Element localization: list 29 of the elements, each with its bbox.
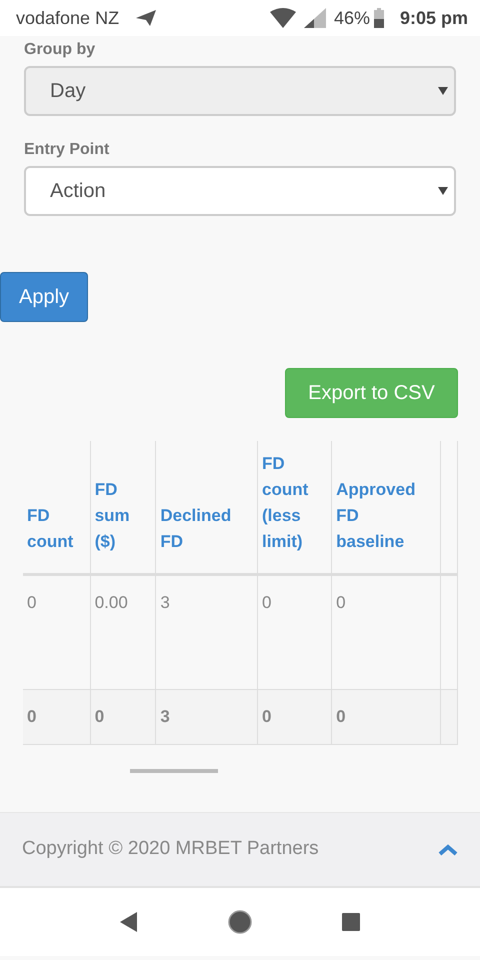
caret-icon: [438, 187, 448, 195]
total-cell: 0: [332, 690, 440, 744]
scrollbar[interactable]: [130, 769, 218, 773]
battery-icon: [374, 8, 384, 28]
wifi-icon: [270, 8, 296, 28]
column-header[interactable]: FD sum ($): [90, 441, 156, 574]
carrier-name: vodafone NZ: [16, 6, 120, 30]
total-cell: 0: [257, 690, 332, 744]
send-icon: [135, 9, 158, 27]
back-icon[interactable]: [120, 912, 138, 932]
column-header[interactable]: FD count: [23, 441, 90, 574]
signal-icon: [304, 8, 326, 28]
apply-button[interactable]: Apply: [0, 272, 88, 322]
total-cell: 0: [23, 690, 90, 744]
column-header[interactable]: Declined FD: [156, 441, 258, 574]
column-header[interactable]: FD count (less limit): [257, 441, 332, 574]
total-cell: 0: [90, 690, 156, 744]
field-label: Group by: [24, 40, 96, 60]
export-csv-button[interactable]: Export to CSV: [285, 368, 458, 418]
battery-percent: 46%: [334, 6, 370, 30]
field-label: Entry Point: [24, 140, 110, 160]
clock-time: 9:05 pm: [400, 6, 468, 30]
home-icon[interactable]: [228, 910, 252, 934]
total-cell: 3: [156, 690, 258, 744]
column-header[interactable]: Approved FD baseline: [332, 441, 440, 574]
copyright-text: Copyright © 2020 MRBET Partners: [22, 837, 319, 862]
select-field[interactable]: Action: [24, 166, 456, 216]
caret-icon: [438, 87, 448, 95]
chevron-up-icon[interactable]: [438, 844, 458, 856]
